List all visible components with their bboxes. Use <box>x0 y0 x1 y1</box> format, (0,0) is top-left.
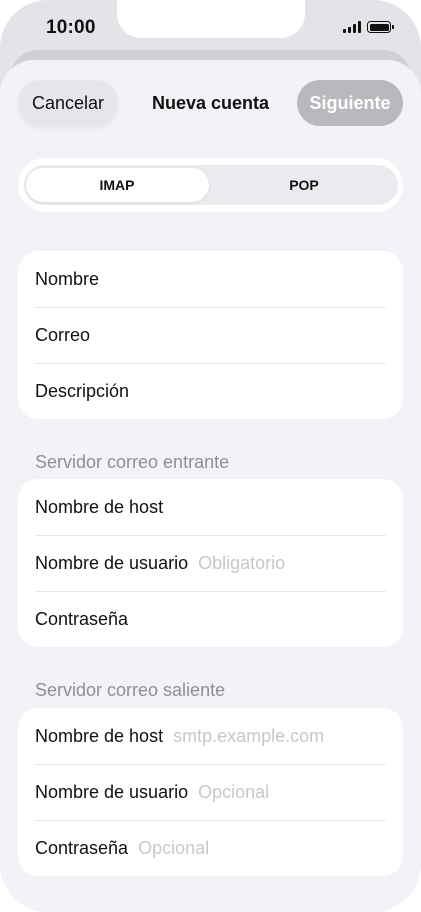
description-field[interactable] <box>139 380 386 402</box>
segment-imap[interactable]: IMAP <box>24 165 211 205</box>
outgoing-password-row[interactable]: Contraseña <box>18 820 403 876</box>
incoming-password-label: Contraseña <box>35 608 129 629</box>
incoming-host-field[interactable] <box>173 496 386 518</box>
description-row[interactable]: Descripción <box>18 363 403 419</box>
outgoing-password-field[interactable] <box>138 837 386 859</box>
email-field[interactable] <box>100 324 386 346</box>
email-row[interactable]: Correo <box>18 307 403 363</box>
account-info-group: Nombre Correo Descripción <box>18 251 403 419</box>
new-account-sheet: Cancelar Nueva cuenta Siguiente IMAP POP… <box>0 60 421 912</box>
name-field[interactable] <box>109 268 386 290</box>
outgoing-user-field[interactable] <box>198 781 386 803</box>
navigation-bar: Cancelar Nueva cuenta Siguiente <box>0 60 421 150</box>
segment-pop[interactable]: POP <box>211 165 398 205</box>
incoming-password-field[interactable] <box>138 608 386 630</box>
incoming-password-row[interactable]: Contraseña <box>18 591 403 647</box>
name-row[interactable]: Nombre <box>18 251 403 307</box>
incoming-user-field[interactable] <box>198 552 386 574</box>
outgoing-host-label: Nombre de host <box>35 725 164 746</box>
description-label: Descripción <box>35 380 130 401</box>
status-icons <box>343 20 394 34</box>
status-bar: 10:00 <box>0 0 421 52</box>
battery-icon <box>367 21 394 33</box>
incoming-server-header: Servidor correo entrante <box>35 452 230 472</box>
protocol-segmented-control: IMAP POP <box>23 165 398 205</box>
incoming-user-row[interactable]: Nombre de usuario <box>18 535 403 591</box>
name-label: Nombre <box>35 268 100 289</box>
notch <box>117 0 305 38</box>
outgoing-password-label: Contraseña <box>35 837 129 858</box>
outgoing-server-group: Nombre de host Nombre de usuario Contras… <box>18 708 403 876</box>
protocol-selector-container: IMAP POP <box>18 158 403 212</box>
outgoing-user-row[interactable]: Nombre de usuario <box>18 764 403 820</box>
status-time: 10:00 <box>46 17 96 38</box>
incoming-host-label: Nombre de host <box>35 496 164 517</box>
outgoing-host-row[interactable]: Nombre de host <box>18 708 403 764</box>
outgoing-server-header: Servidor correo saliente <box>35 680 226 700</box>
next-button[interactable]: Siguiente <box>297 80 403 126</box>
outgoing-user-label: Nombre de usuario <box>35 781 189 802</box>
email-label: Correo <box>35 324 91 345</box>
incoming-host-row[interactable]: Nombre de host <box>18 479 403 535</box>
incoming-server-group: Nombre de host Nombre de usuario Contras… <box>18 479 403 647</box>
cellular-signal-icon <box>343 21 361 33</box>
phone-screen: 10:00 Cancelar Nueva cuenta Siguiente IM… <box>0 0 421 912</box>
incoming-user-label: Nombre de usuario <box>35 552 189 573</box>
outgoing-host-field[interactable] <box>173 725 386 747</box>
